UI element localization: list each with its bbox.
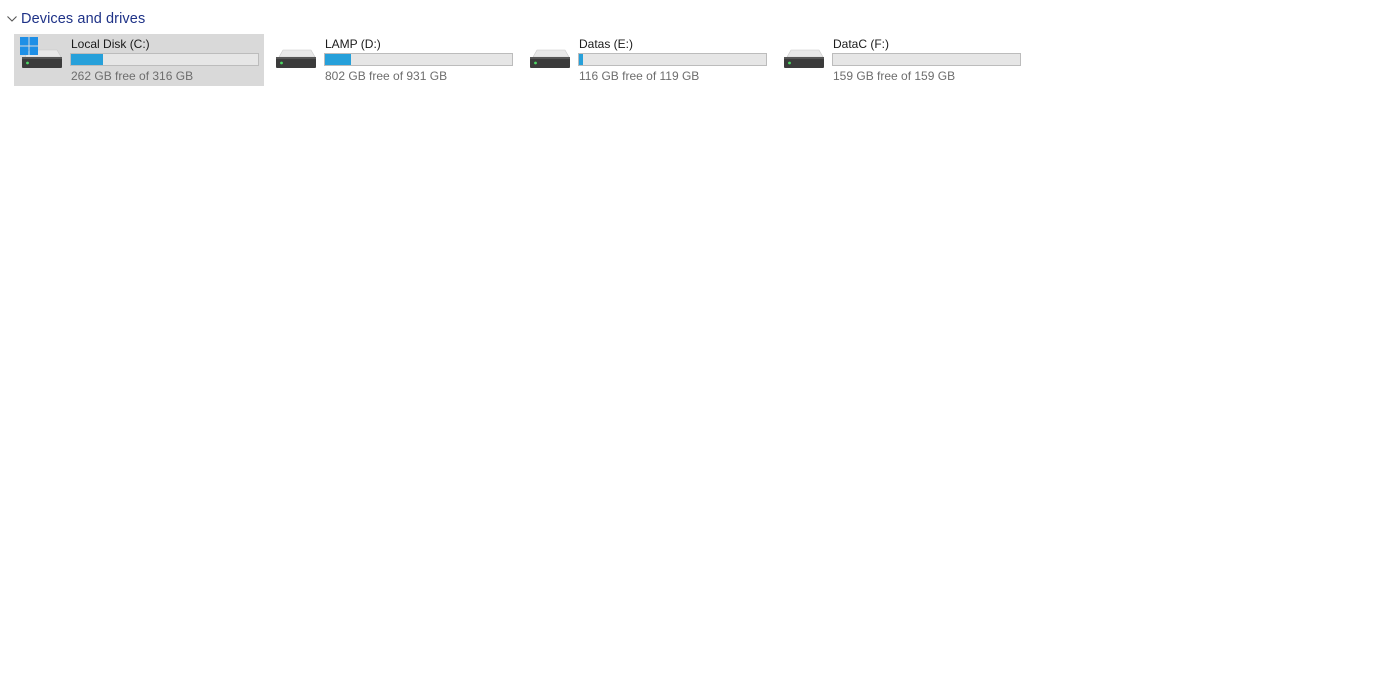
hard-drive-icon bbox=[274, 37, 318, 75]
chevron-down-icon[interactable] bbox=[6, 13, 18, 25]
usage-bar-fill bbox=[325, 54, 352, 65]
group-title: Devices and drives bbox=[21, 11, 146, 27]
drive-name: LAMP (D:) bbox=[325, 37, 381, 51]
free-space-text: 262 GB free of 316 GB bbox=[71, 69, 194, 83]
drive-tile-f[interactable]: DataC (F:) 159 GB free of 159 GB bbox=[776, 34, 1026, 86]
hard-drive-icon bbox=[528, 37, 572, 75]
usage-bar bbox=[578, 53, 767, 66]
drive-name: Local Disk (C:) bbox=[71, 37, 150, 51]
drives-list: Local Disk (C:) 262 GB free of 316 GB LA… bbox=[14, 34, 1030, 86]
free-space-text: 159 GB free of 159 GB bbox=[833, 69, 956, 83]
system-drive-icon bbox=[20, 37, 64, 75]
devices-and-drives-header[interactable]: Devices and drives bbox=[6, 9, 145, 29]
usage-bar bbox=[70, 53, 259, 66]
drive-tile-d[interactable]: LAMP (D:) 802 GB free of 931 GB bbox=[268, 34, 518, 86]
free-space-text: 116 GB free of 119 GB bbox=[579, 69, 700, 83]
drive-tile-c[interactable]: Local Disk (C:) 262 GB free of 316 GB bbox=[14, 34, 264, 86]
drive-tile-e[interactable]: Datas (E:) 116 GB free of 119 GB bbox=[522, 34, 772, 86]
hard-drive-icon bbox=[782, 37, 826, 75]
drive-name: Datas (E:) bbox=[579, 37, 634, 51]
free-space-text: 802 GB free of 931 GB bbox=[325, 69, 448, 83]
usage-bar-fill bbox=[579, 54, 583, 65]
usage-bar-fill bbox=[71, 54, 103, 65]
usage-bar bbox=[324, 53, 513, 66]
usage-bar bbox=[832, 53, 1021, 66]
drive-name: DataC (F:) bbox=[833, 37, 890, 51]
